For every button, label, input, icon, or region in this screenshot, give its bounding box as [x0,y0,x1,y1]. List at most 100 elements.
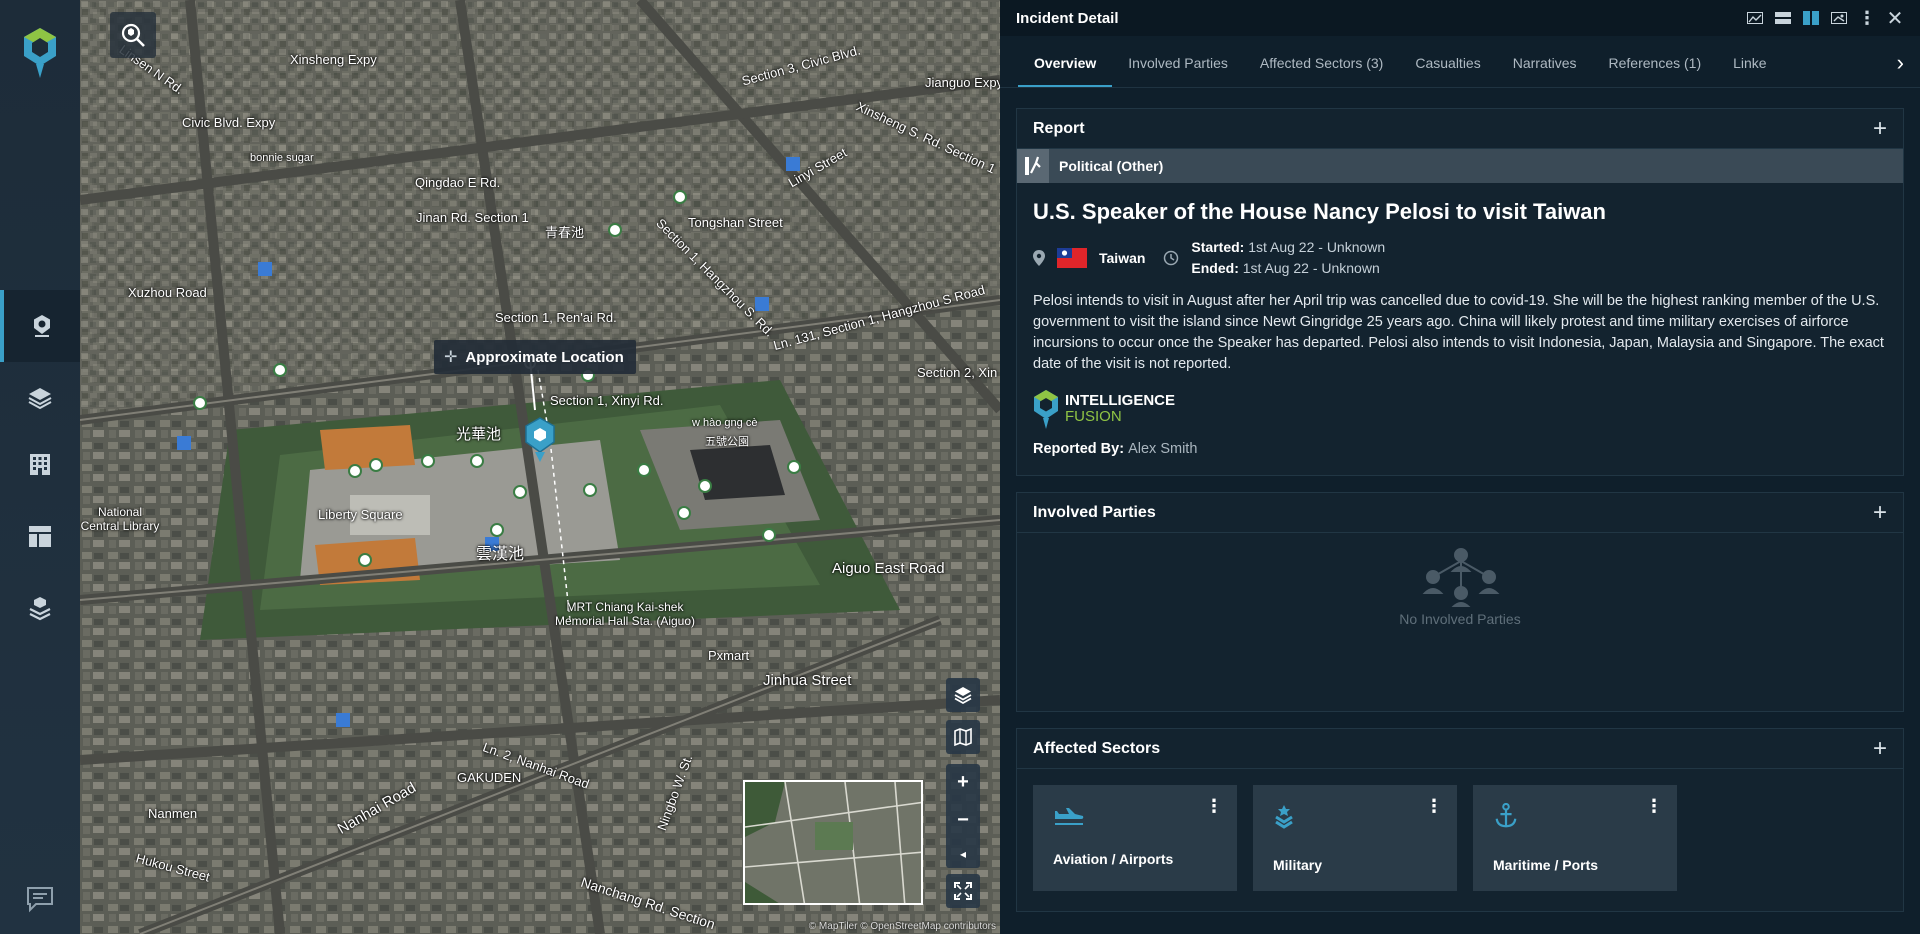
report-card: Report + Political (Other) U.S. Speaker … [1016,108,1904,476]
magnifier-location-icon [121,23,145,47]
nav-item-buildings[interactable] [0,428,80,500]
affected-sectors-card: Affected Sectors + ⋮ Aviation / Airports… [1016,728,1904,912]
sector-label: Maritime / Ports [1493,857,1599,873]
involved-parties-heading: Involved Parties [1033,503,1156,521]
sector-label: Aviation / Airports [1053,851,1174,867]
tab-narratives[interactable]: Narratives [1497,55,1593,87]
sector-menu-icon[interactable]: ⋮ [1205,797,1223,815]
report-card-header: Report + [1017,109,1903,149]
map-style-button[interactable] [946,720,980,754]
layout-rows-icon[interactable] [1774,10,1792,26]
country-label: Taiwan [1099,250,1146,266]
map-label: Qingdao E Rd. [415,175,501,190]
close-icon[interactable]: ✕ [1886,8,1904,30]
map-label: Section 2, Xin [917,365,998,380]
panel-header-actions: ⋮ ✕ [1746,8,1904,30]
layers-icon [28,388,52,410]
move-icon: ✛ [444,349,458,366]
approximate-location-label: ✛ Approximate Location [434,340,636,374]
layout-map-only-icon[interactable] [1746,10,1764,26]
tab-casualties[interactable]: Casualties [1399,55,1496,87]
category-bar: Political (Other) [1017,149,1903,183]
add-involved-party-button[interactable]: + [1873,499,1887,527]
fullscreen-button[interactable] [946,874,980,908]
tabs-scroll-right-icon[interactable]: › [1897,50,1904,76]
layout-columns-icon[interactable] [1802,10,1820,26]
report-meta: Taiwan Started: 1st Aug 22 - Unknown End… [1017,237,1903,279]
add-affected-sector-button[interactable]: + [1873,735,1887,763]
incident-dates: Started: 1st Aug 22 - Unknown Ended: 1st… [1191,237,1385,279]
report-title: U.S. Speaker of the House Nancy Pelosi t… [1033,199,1606,224]
tab-overview[interactable]: Overview [1018,55,1113,87]
report-description: Pelosi intends to visit in August after … [1033,293,1884,372]
intelligence-fusion-logo-icon [1034,390,1058,429]
nav-item-dashboard[interactable] [0,500,80,572]
tab-references[interactable]: References (1) [1593,55,1718,87]
map-label: Civic Blvd. Expy [182,115,276,130]
stacked-location-icon [29,597,51,621]
zoom-out-button[interactable]: − [957,809,969,832]
involved-parties-header: Involved Parties + [1017,493,1903,533]
brand-line-2: FUSION [1065,408,1122,425]
expand-icon [954,882,972,900]
map-search-button[interactable] [110,12,156,58]
tab-involved-parties[interactable]: Involved Parties [1112,55,1244,87]
plane-icon [1055,808,1084,825]
map-label: Nanmen [148,806,198,821]
tab-linked[interactable]: Linke [1717,55,1782,87]
minimap[interactable] [743,780,923,905]
map-label: Xinsheng Expy [290,52,377,67]
map-label: bonnie sugar [250,152,314,164]
building-icon [30,454,50,475]
expand-report-button[interactable]: + [1873,115,1887,143]
started-label: Started: [1191,239,1245,255]
map-label: National Central Library [80,505,160,533]
military-rank-icon [1275,805,1293,829]
map-pin-icon [34,315,50,337]
report-heading: Report [1033,119,1085,137]
affected-sectors-header: Affected Sectors + [1017,729,1903,769]
zoom-in-button[interactable]: + [957,771,969,794]
reported-by: Reported By: Alex Smith [1017,429,1903,457]
map-fold-icon [954,727,972,747]
nav-item-stack[interactable] [0,572,80,644]
tab-affected-sectors[interactable]: Affected Sectors (3) [1244,55,1399,87]
map-label: Section 1, Ren'ai Rd. [495,310,617,325]
sector-menu-icon[interactable]: ⋮ [1645,797,1663,815]
brand-line-1: INTELLIGENCE [1065,392,1176,409]
layers-icon [954,687,972,705]
sectors-list: ⋮ Aviation / Airports ⋮ Military ⋮ Marit… [1017,769,1903,907]
sector-label: Military [1273,857,1323,873]
sector-card-military[interactable]: ⋮ Military [1253,785,1457,891]
map-label: Aiguo East Road [832,560,945,577]
affected-sectors-heading: Affected Sectors [1033,739,1161,757]
reported-by-label: Reported By: [1033,441,1125,457]
map-attribution: © MapTiler © OpenStreetMap contributors [808,921,996,932]
dashboard-icon [29,526,51,547]
nav-item-map[interactable] [0,290,80,362]
intelligence-fusion-logo: INTELLIGENCE FUSION [1017,375,1903,429]
map-label: Jianguo Expy [925,75,1000,90]
compass-icon[interactable]: ◂ [960,847,966,861]
sector-menu-icon[interactable]: ⋮ [1425,797,1443,815]
panel-title: Incident Detail [1016,9,1119,27]
map-label: Liberty Square [318,507,403,522]
map-zoom-controls: + − ◂ [946,764,980,868]
category-label: Political (Other) [1059,158,1164,174]
sector-card-aviation[interactable]: ⋮ Aviation / Airports [1033,785,1237,891]
sector-card-maritime[interactable]: ⋮ Maritime / Ports [1473,785,1677,891]
app-logo-icon[interactable] [20,26,60,78]
minimap-image [745,782,921,903]
reported-by-value: Alex Smith [1128,441,1198,457]
layout-detail-only-icon[interactable] [1830,10,1848,26]
ended-value: 1st Aug 22 - Unknown [1242,260,1380,276]
more-options-icon[interactable]: ⋮ [1858,8,1876,28]
map-layers-button[interactable] [946,678,980,712]
protest-icon [1017,149,1049,183]
map-label: GAKUDEN [457,770,522,785]
feedback-chat-icon[interactable] [24,884,56,914]
incident-marker-icon[interactable] [523,416,557,464]
map-view[interactable]: Xinsheng Expy Civic Blvd. Expy Linsen N … [80,0,1000,934]
nav-item-layers[interactable] [0,362,80,434]
map-label: 雲漢池 [476,546,525,563]
